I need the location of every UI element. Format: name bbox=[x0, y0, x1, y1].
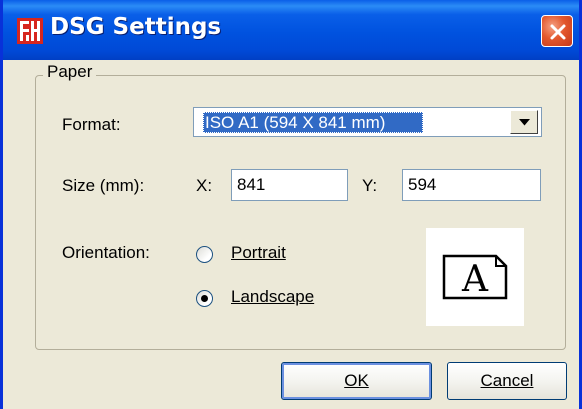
ok-button-label: OK bbox=[344, 371, 369, 390]
landscape-page-icon: A bbox=[442, 254, 508, 300]
title-bar[interactable]: DSG Settings bbox=[3, 0, 579, 60]
chevron-down-icon bbox=[519, 119, 530, 126]
size-x-input[interactable]: 841 bbox=[231, 169, 348, 201]
size-label: Size (mm): bbox=[62, 176, 145, 195]
portrait-label[interactable]: Portrait bbox=[231, 243, 286, 263]
size-y-label: Y: bbox=[362, 176, 378, 195]
landscape-label[interactable]: Landscape bbox=[231, 287, 314, 307]
format-dropdown-button[interactable] bbox=[510, 110, 538, 134]
close-icon bbox=[550, 24, 566, 40]
dsg-app-icon bbox=[17, 18, 43, 44]
landscape-radio[interactable] bbox=[196, 290, 213, 307]
close-button[interactable] bbox=[541, 15, 573, 47]
size-y-input[interactable]: 594 bbox=[402, 169, 541, 201]
format-label: Format: bbox=[62, 115, 121, 134]
cancel-button-label: Cancel bbox=[480, 371, 534, 390]
format-dropdown[interactable]: ISO A1 (594 X 841 mm) bbox=[193, 107, 542, 137]
size-x-label: X: bbox=[196, 176, 213, 195]
orientation-label: Orientation: bbox=[62, 243, 150, 262]
portrait-radio[interactable] bbox=[196, 246, 213, 263]
preview-letter: A bbox=[461, 259, 489, 300]
ok-button[interactable]: OK bbox=[281, 362, 432, 400]
cancel-button[interactable]: Cancel bbox=[447, 362, 567, 400]
window-title: DSG Settings bbox=[50, 14, 222, 40]
paper-group-label: Paper bbox=[43, 62, 97, 82]
orientation-preview: A bbox=[426, 228, 524, 326]
format-selected-value: ISO A1 (594 X 841 mm) bbox=[203, 112, 423, 133]
landscape-radio-dot bbox=[201, 295, 208, 302]
dsg-settings-dialog: DSG Settings Paper Format: ISO A1 (594 X… bbox=[0, 0, 582, 409]
